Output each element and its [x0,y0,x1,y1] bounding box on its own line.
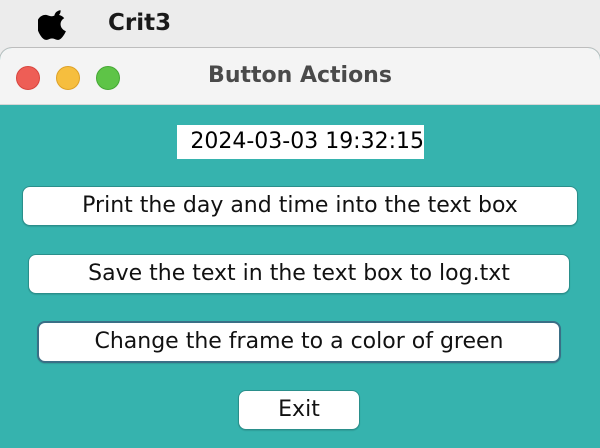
window-title: Button Actions [208,63,392,88]
apple-icon[interactable] [38,8,72,40]
print-datetime-button[interactable]: Print the day and time into the text box [22,186,578,226]
save-to-log-button[interactable]: Save the text in the text box to log.txt [28,254,570,294]
exit-button[interactable]: Exit [238,390,360,430]
app-name[interactable]: Crit3 [108,9,171,37]
change-frame-green-button[interactable]: Change the frame to a color of green [37,321,561,363]
datetime-text-box[interactable]: 2024-03-03 19:32:15 [177,125,424,159]
app-window: Button Actions 2024-03-03 19:32:15 Print… [0,48,600,448]
menu-bar: Crit3 [0,0,600,48]
title-bar[interactable]: Button Actions [0,48,600,105]
